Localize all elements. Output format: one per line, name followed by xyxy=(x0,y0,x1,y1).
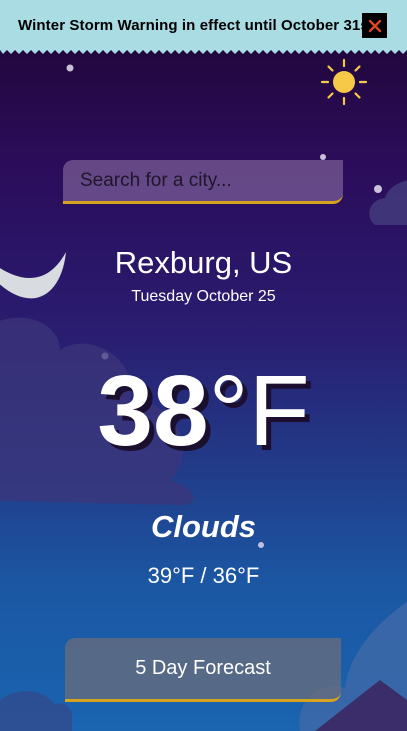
city-search[interactable] xyxy=(63,160,343,204)
weather-app: Winter Storm Warning in effect until Oct… xyxy=(0,0,407,731)
current-temperature: 38°F xyxy=(0,356,407,466)
temperature-unit: °F xyxy=(208,355,310,467)
temperature-value: 38 xyxy=(97,355,209,467)
weather-alert-banner: Winter Storm Warning in effect until Oct… xyxy=(0,0,407,50)
star xyxy=(66,64,74,72)
cloud xyxy=(0,690,72,731)
alert-message: Winter Storm Warning in effect until Oct… xyxy=(18,16,374,34)
city-name: Rexburg, US xyxy=(114,245,293,280)
sun-icon xyxy=(320,58,368,106)
current-date: Tuesday October 25 xyxy=(131,288,276,305)
weather-condition: Clouds xyxy=(150,509,257,544)
city-search-input[interactable] xyxy=(78,168,328,193)
banner-edge xyxy=(0,47,407,54)
five-day-forecast-button[interactable]: 5 Day Forecast xyxy=(65,638,341,702)
close-x-icon xyxy=(368,19,381,32)
close-alert-button[interactable] xyxy=(362,13,387,38)
high-low-temperature: 39°F / 36°F xyxy=(147,563,260,588)
star xyxy=(374,185,382,193)
